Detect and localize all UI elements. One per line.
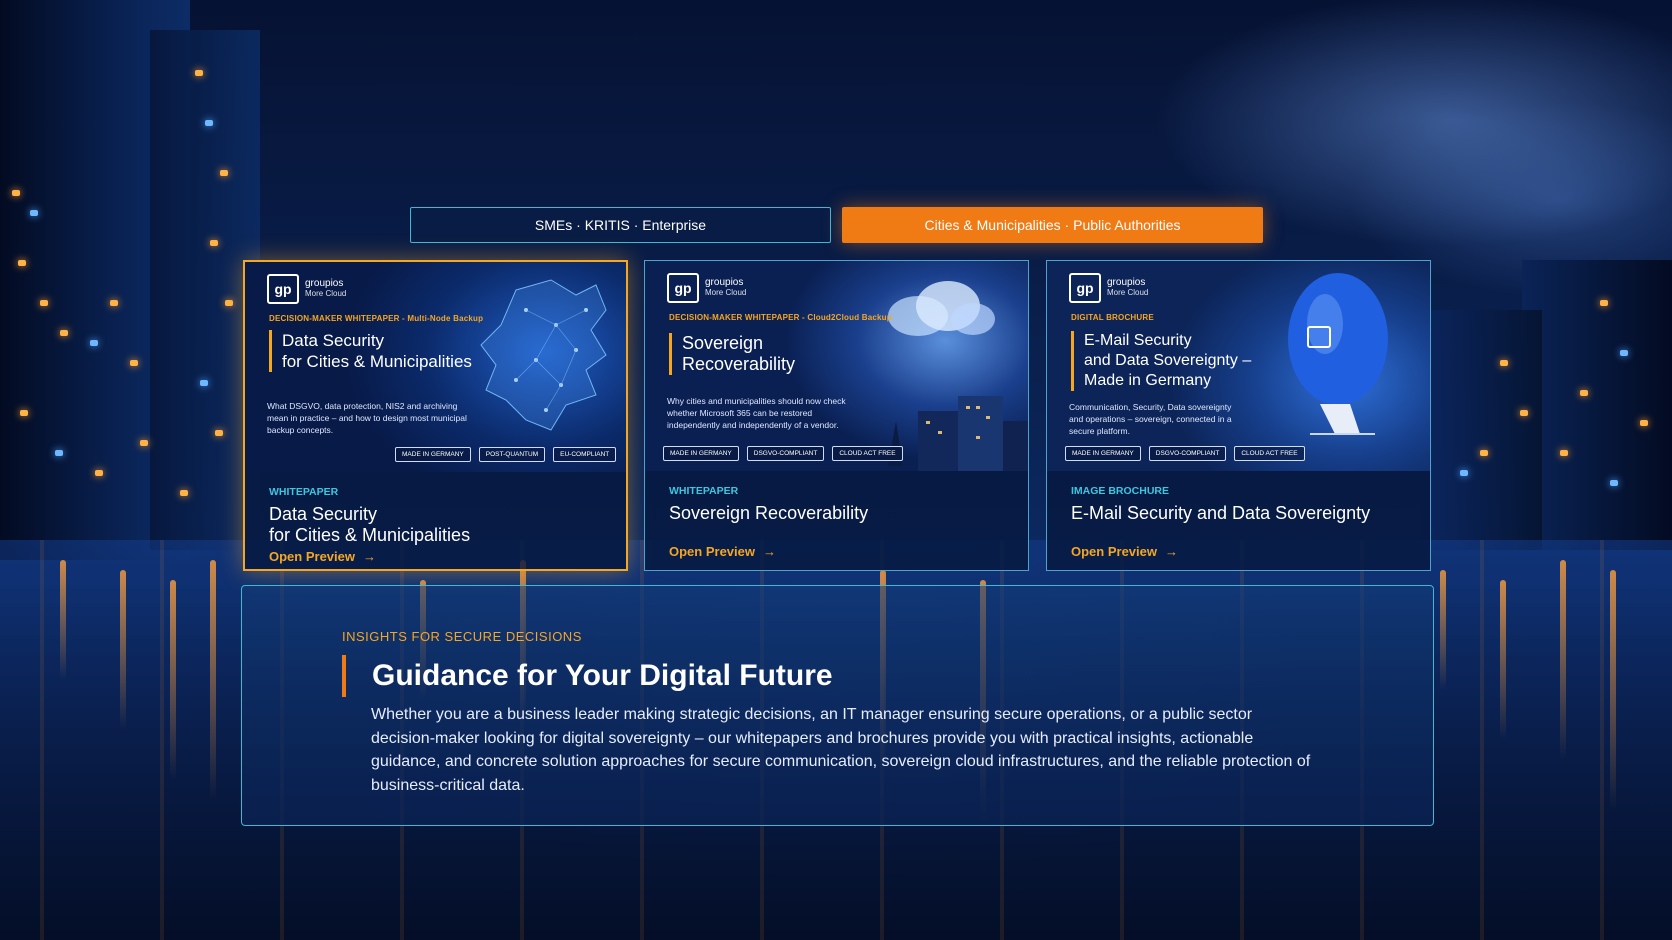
window-light (110, 300, 118, 306)
card-thumbnail: gp groupios More Cloud DIGITAL BROCHURE E… (1047, 261, 1430, 471)
thumbnail-description: Why cities and municipalities should now… (667, 396, 846, 430)
card-title: Sovereign Recoverability (669, 503, 869, 523)
window-light (90, 340, 98, 346)
light-reflection (1560, 560, 1566, 760)
window-light (1560, 450, 1568, 456)
open-preview-link[interactable]: Open Preview → (669, 544, 776, 559)
window-light (1610, 480, 1618, 486)
card-type-label: WHITEPAPER (269, 486, 339, 498)
window-light (130, 360, 138, 366)
window-light (30, 210, 38, 216)
window-light (40, 300, 48, 306)
badge-eu-compliant: EU-COMPLIANT (553, 447, 617, 462)
europe-network-map-illustration (480, 279, 607, 431)
card-sovereign-recoverability[interactable]: gp groupios More Cloud DECISION-MAKER WHI… (644, 260, 1029, 571)
window-light (210, 240, 218, 246)
window-light (60, 330, 68, 336)
digital-cloud-illustration (888, 281, 995, 336)
window-light (225, 300, 233, 306)
window-light (140, 440, 148, 446)
light-reflection (60, 560, 66, 680)
window-light (55, 450, 63, 456)
window-light (20, 410, 28, 416)
groupios-logo: gp groupios More Cloud (667, 273, 746, 303)
window-light (18, 260, 26, 266)
arrow-right-icon: → (362, 549, 376, 564)
light-reflection (1610, 570, 1616, 810)
insights-eyebrow: INSIGHTS FOR SECURE DECISIONS (342, 629, 582, 644)
card-data-security-cities[interactable]: gp groupios More Cloud DECISION-MAKER WHI… (243, 260, 628, 571)
light-reflection (1500, 580, 1506, 740)
thumbnail-title: Sovereign Recoverability (669, 333, 795, 375)
badge-cloud-act-free: CLOUD ACT FREE (1234, 446, 1305, 461)
badge-made-in-germany: MADE IN GERMANY (395, 447, 471, 462)
background-building-right-rear (1422, 310, 1542, 550)
window-light (220, 170, 228, 176)
thumbnail-title: Data Security for Cities & Municipalitie… (269, 330, 472, 372)
card-email-security-data-sovereignty[interactable]: gp groupios More Cloud DIGITAL BROCHURE E… (1046, 260, 1431, 571)
card-title: E-Mail Security and Data Sovereignty (1071, 503, 1371, 523)
window-light (1580, 390, 1588, 396)
badge-made-in-germany: MADE IN GERMANY (663, 446, 739, 461)
light-reflection (1440, 570, 1446, 690)
thumbnail-title: E-Mail Security and Data Sovereignty – M… (1071, 331, 1251, 391)
badge-post-quantum: POST-QUANTUM (478, 447, 546, 462)
groupios-logo: gp groupios More Cloud (1069, 273, 1148, 303)
light-reflection (210, 560, 216, 800)
window-light (205, 120, 213, 126)
window-light (1500, 360, 1508, 366)
badge-dsgvo-compliant: DSGVO-COMPLIANT (1148, 446, 1227, 461)
window-light (1600, 300, 1608, 306)
card-title: Data Security for Cities & Municipalitie… (269, 504, 471, 545)
insights-paragraph: Whether you are a business leader making… (371, 706, 1311, 794)
window-light (1520, 410, 1528, 416)
thumbnail-kicker: DIGITAL BROCHURE (1071, 313, 1154, 322)
window-light (180, 490, 188, 496)
badge-dsgvo-compliant: DSGVO-COMPLIANT (746, 446, 825, 461)
card-type-label: WHITEPAPER (669, 485, 739, 497)
card-thumbnail: gp groupios More Cloud DECISION-MAKER WHI… (245, 262, 626, 472)
groupios-logo: gp groupios More Cloud (267, 274, 346, 304)
thumbnail-kicker: DECISION-MAKER WHITEPAPER - Multi-Node B… (269, 314, 484, 323)
card-body: WHITEPAPER Sovereign Recoverability Open… (645, 471, 1028, 559)
thumbnail-description: Communication, Security, Data sovereignt… (1069, 402, 1232, 436)
window-light (12, 190, 20, 196)
background-building-right (1522, 260, 1672, 550)
window-light (1480, 450, 1488, 456)
thumbnail-kicker: DECISION-MAKER WHITEPAPER - Cloud2Cloud … (669, 313, 892, 322)
window-light (200, 380, 208, 386)
window-light (95, 470, 103, 476)
window-light (195, 70, 203, 76)
open-preview-link[interactable]: Open Preview → (269, 549, 376, 564)
card-thumbnail: gp groupios More Cloud DECISION-MAKER WHI… (645, 261, 1028, 471)
open-preview-link[interactable]: Open Preview → (1071, 544, 1178, 559)
tab-cities-municipalities-active[interactable]: Cities & Municipalities · Public Authori… (842, 207, 1263, 243)
card-body: IMAGE BROCHURE E-Mail Security and Data … (1047, 471, 1430, 559)
thumbnail-description: What DSGVO, data protection, NIS2 and ar… (267, 401, 467, 435)
insights-heading: Guidance for Your Digital Future (342, 655, 833, 697)
light-reflection (120, 570, 126, 730)
window-light (215, 430, 223, 436)
window-light (1620, 350, 1628, 356)
arrow-right-icon: → (762, 544, 776, 559)
arrow-right-icon: → (1164, 544, 1178, 559)
sail-balloon-illustration (1288, 273, 1388, 435)
insights-panel: INSIGHTS FOR SECURE DECISIONS Guidance f… (241, 585, 1434, 826)
window-light (1640, 420, 1648, 426)
badge-cloud-act-free: CLOUD ACT FREE (832, 446, 903, 461)
card-body: WHITEPAPER Data Security for Cities & Mu… (245, 472, 626, 564)
window-light (1460, 470, 1468, 476)
card-type-label: IMAGE BROCHURE (1071, 485, 1170, 497)
thumbnail-badges: MADE IN GERMANY POST-QUANTUM EU-COMPLIAN… (395, 447, 617, 462)
tab-smes-kritis-enterprise[interactable]: SMEs · KRITIS · Enterprise (410, 207, 831, 243)
thumbnail-badges: MADE IN GERMANY DSGVO-COMPLIANT CLOUD AC… (1065, 446, 1305, 461)
thumbnail-badges: MADE IN GERMANY DSGVO-COMPLIANT CLOUD AC… (663, 446, 903, 461)
badge-made-in-germany: MADE IN GERMANY (1065, 446, 1141, 461)
light-reflection (170, 580, 176, 780)
